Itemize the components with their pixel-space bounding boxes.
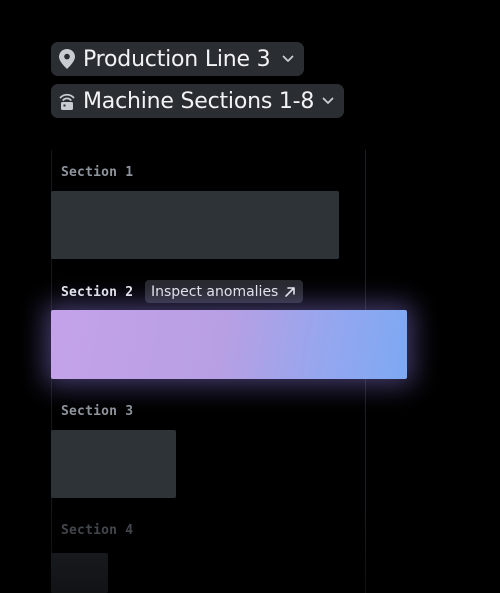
inspect-anomalies-label: Inspect anomalies [151,283,279,300]
section-bar[interactable] [51,553,108,593]
chevron-down-icon [281,52,295,66]
section-label: Section 1 [61,165,134,180]
inspect-anomalies-button[interactable]: Inspect anomalies [145,280,303,303]
section-bar[interactable] [51,430,176,498]
arrow-up-right-icon [283,285,297,299]
section-bar[interactable] [51,191,339,259]
location-pin-icon [58,48,76,70]
section-label: Section 4 [61,523,134,538]
production-line-dropdown[interactable]: Production Line 3 [51,42,304,76]
production-line-label: Production Line 3 [83,46,271,72]
section-bar-highlighted[interactable] [51,310,407,379]
section-label: Section 2 [61,285,134,300]
machine-sections-dropdown[interactable]: Machine Sections 1-8 [51,84,344,118]
section-label: Section 3 [61,404,134,419]
chevron-down-icon [321,94,335,108]
machine-sections-label: Machine Sections 1-8 [83,88,315,114]
sensor-icon [58,90,76,112]
